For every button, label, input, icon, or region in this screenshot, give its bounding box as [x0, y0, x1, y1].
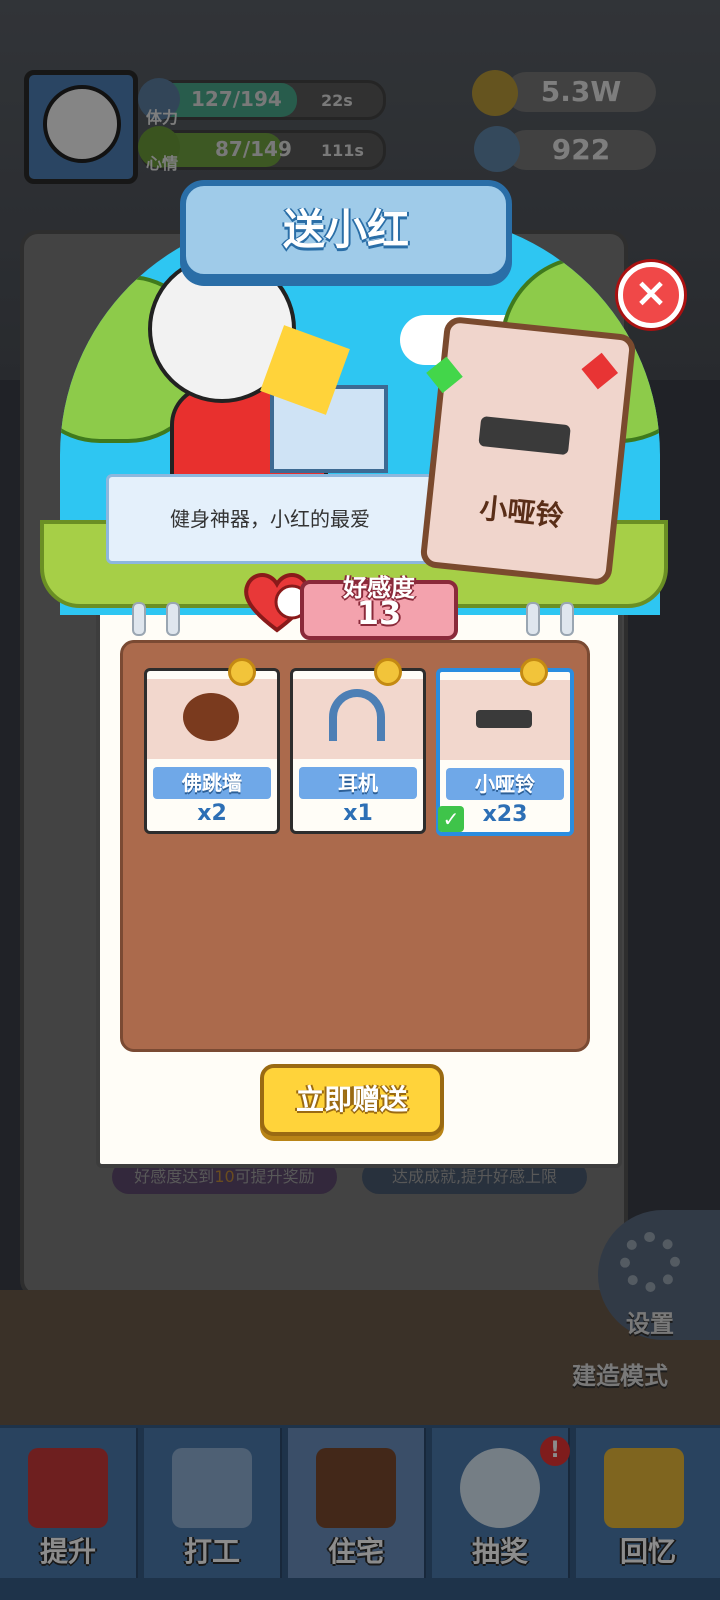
- star-red-icon: [581, 352, 619, 390]
- gift-item-card[interactable]: 耳机 x1: [290, 668, 426, 834]
- headphones-icon: [329, 689, 385, 741]
- pin-icon: [374, 658, 402, 686]
- gift-item-card[interactable]: 佛跳墙 x2: [144, 668, 280, 834]
- close-icon: ×: [634, 270, 668, 316]
- pin-icon: [228, 658, 256, 686]
- pin-icon: [520, 658, 548, 686]
- item-name: 佛跳墙: [153, 767, 271, 799]
- favor-meter: 好感度 13: [300, 574, 458, 640]
- favor-value: 13: [356, 594, 402, 632]
- item-name: 耳机: [299, 767, 417, 799]
- item-image: [440, 680, 570, 760]
- item-qty: x1: [343, 801, 373, 826]
- item-qty: x2: [197, 801, 227, 826]
- item-image: [293, 679, 423, 759]
- dumbbell-icon: [476, 710, 532, 728]
- item-name: 小哑铃: [446, 768, 564, 800]
- item-image: [147, 679, 277, 759]
- dumbbell-icon: [478, 415, 571, 456]
- featured-item-card: 小哑铃: [419, 315, 637, 587]
- binder-ring: [166, 602, 180, 636]
- binder-ring: [526, 602, 540, 636]
- speech-bubble: 健身神器，小红的最爱: [106, 474, 434, 564]
- modal-title: 送小红: [282, 205, 409, 254]
- selected-check-icon: ✓: [438, 806, 464, 832]
- soup-bowl-icon: [183, 693, 239, 741]
- close-button[interactable]: ×: [618, 262, 684, 328]
- binder-ring: [560, 602, 574, 636]
- modal-title-banner: 送小红: [180, 180, 512, 280]
- send-now-button[interactable]: 立即赠送: [260, 1064, 444, 1136]
- featured-item-name: 小哑铃: [478, 491, 566, 533]
- binder-ring: [132, 602, 146, 636]
